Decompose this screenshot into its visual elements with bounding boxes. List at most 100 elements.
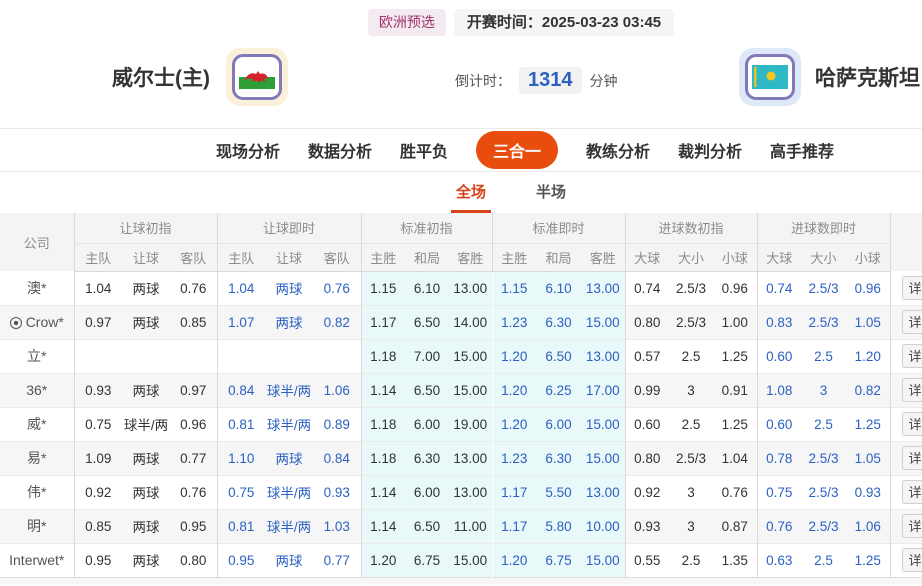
odds-cell-handicap_live <box>216 338 265 373</box>
nav-tab-referee-analysis[interactable]: 裁判分析 <box>678 138 742 162</box>
odds-cell-standard_initial: 6.00 <box>405 474 449 509</box>
home-team: 威尔士(主) <box>112 48 288 106</box>
odds-cell-handicap_initial: 两球 <box>122 542 170 577</box>
odds-cell-goals_live: 1.08 <box>756 372 802 407</box>
detail-button[interactable]: 详 <box>901 412 922 436</box>
odds-cell-handicap_initial: 0.97 <box>73 304 122 339</box>
odds-cell-goals_live: 2.5/3 <box>801 304 847 339</box>
detail-button[interactable]: 详 <box>901 514 922 538</box>
odds-cell-handicap_live <box>265 338 313 373</box>
league-badge[interactable]: 欧洲预选 <box>367 9 446 36</box>
subcol-header: 大球 <box>756 243 802 272</box>
odds-cell-standard_initial: 1.14 <box>360 474 405 509</box>
odds-cell-handicap_live: 0.89 <box>313 406 361 441</box>
odds-cell-goals_live: 1.20 <box>846 338 891 373</box>
wales-flag-icon <box>226 48 288 106</box>
kickoff-time: 开赛时间：2025-03-23 03:45 <box>453 9 675 36</box>
subcol-header: 和局 <box>405 243 449 272</box>
odds-cell-standard_initial: 15.00 <box>449 542 492 577</box>
odds-cell-goals_live: 2.5/3 <box>801 474 847 509</box>
company-name: 威* <box>27 416 47 432</box>
subcol-header: 小球 <box>846 243 891 272</box>
subcol-header: 和局 <box>536 243 581 272</box>
odds-cell-standard_live: 17.00 <box>581 372 625 407</box>
table-row: Crow* 0.97 两球 0.85 1.07 两球 0.82 1.17 6.50 14.00 1.… <box>0 304 922 339</box>
odds-cell-handicap_initial: 0.76 <box>170 474 217 509</box>
odds-cell-goals_initial: 1.35 <box>713 542 758 577</box>
odds-cell-standard_live: 13.00 <box>581 271 625 305</box>
odds-cell-standard_live: 1.23 <box>491 440 536 475</box>
odds-cell-goals_initial: 0.55 <box>624 542 669 577</box>
company-cell: 立* <box>0 338 74 373</box>
odds-cell-standard_live: 1.23 <box>491 304 536 339</box>
nav-tab-data-analysis[interactable]: 数据分析 <box>308 138 372 162</box>
odds-cell-handicap_live <box>313 338 361 373</box>
odds-cell-standard_live: 6.50 <box>536 338 581 373</box>
odds-cell-handicap_initial: 0.93 <box>73 372 122 407</box>
odds-cell-standard_live: 1.20 <box>491 338 536 373</box>
odds-cell-goals_live: 2.5/3 <box>808 280 839 296</box>
odds-cell-standard_live: 1.17 <box>491 508 536 543</box>
subtab-full-match[interactable]: 全场 <box>450 172 491 213</box>
odds-cell-goals_initial: 0.57 <box>624 338 669 373</box>
detail-button[interactable]: 详 <box>901 378 922 402</box>
nav-tab-three-in-one[interactable]: 三合一 <box>475 131 558 169</box>
odds-cell-goals_live: 0.78 <box>756 440 802 475</box>
nav-tab-expert-picks[interactable]: 高手推荐 <box>770 138 834 162</box>
nav-tab-live-analysis[interactable]: 现场分析 <box>216 138 280 162</box>
odds-cell-goals_live: 1.25 <box>846 542 891 577</box>
company-column-header: 公司 <box>0 213 74 271</box>
odds-cell-standard_initial: 1.20 <box>360 542 405 577</box>
odds-cell-goals_live: 1.05 <box>846 304 891 339</box>
odds-cell-handicap_live: 0.76 <box>323 280 350 296</box>
odds-cell-goals_live: 1.06 <box>846 508 891 543</box>
odds-cell-goals_live: 0.76 <box>756 508 802 543</box>
odds-cell-handicap_initial: 两球 <box>122 508 170 543</box>
company-cell: 威* <box>0 406 74 441</box>
odds-cell-standard_live: 6.25 <box>536 372 581 407</box>
odds-cell-standard_initial: 6.50 <box>405 372 449 407</box>
odds-cell-goals_initial: 0.87 <box>713 508 758 543</box>
odds-cell-handicap_initial: 两球 <box>122 474 170 509</box>
company-cell: 伟* <box>0 474 74 509</box>
odds-cell-goals_initial: 1.25 <box>713 338 758 373</box>
company-cell: 澳* <box>0 271 74 305</box>
odds-cell-standard_live: 6.30 <box>536 440 581 475</box>
table-row: 36* 0.93 两球 0.97 0.84 球半/两 1.06 1.14 6.50 15.00 1.… <box>0 372 922 407</box>
odds-cell-handicap_live: 0.81 <box>216 406 265 441</box>
detail-button[interactable]: 详 <box>901 548 922 572</box>
odds-cell-handicap_initial: 1.04 <box>73 271 122 305</box>
odds-cell-goals_initial: 0.80 <box>624 304 669 339</box>
detail-button[interactable]: 详 <box>901 344 922 368</box>
detail-button[interactable]: 详 <box>901 480 922 504</box>
odds-cell-standard_live: 10.00 <box>581 508 625 543</box>
odds-cell-goals_initial: 3 <box>669 372 713 407</box>
odds-cell-goals_live: 0.75 <box>756 474 802 509</box>
company-name: 立* <box>27 348 47 364</box>
odds-cell-standard_live: 15.00 <box>581 304 625 339</box>
nav-tab-win-draw-lose[interactable]: 胜平负 <box>400 138 448 162</box>
odds-cell-goals_initial: 0.93 <box>624 508 669 543</box>
subtab-half-match[interactable]: 半场 <box>531 172 571 213</box>
odds-cell-goals_initial: 0.92 <box>624 474 669 509</box>
subcol-header: 客胜 <box>449 243 492 272</box>
odds-cell-standard_live: 1.15 <box>491 271 536 305</box>
nav-tab-coach-analysis[interactable]: 教练分析 <box>586 138 650 162</box>
table-row: Interwet* 0.95 两球 0.80 0.95 两球 0.77 1.20 6.75 15.… <box>0 542 922 577</box>
odds-cell-handicap_live: 球半/两 <box>265 406 313 441</box>
odds-cell-goals_live: 1.25 <box>846 406 891 441</box>
company-name: 明* <box>27 518 47 534</box>
odds-cell-handicap_initial: 0.95 <box>73 542 122 577</box>
countdown-unit: 分钟 <box>589 72 618 89</box>
detail-button[interactable]: 详 <box>901 446 922 470</box>
company-cell: Interwet* <box>0 542 74 577</box>
detail-button[interactable]: 详 <box>901 275 922 300</box>
detail-button[interactable]: 详 <box>901 310 922 334</box>
odds-cell-handicap_live: 0.93 <box>313 474 361 509</box>
odds-cell-standard_live: 6.00 <box>536 406 581 441</box>
countdown-label: 倒计时： <box>455 72 511 89</box>
nav-tabs: 现场分析 数据分析 胜平负 三合一 教练分析 裁判分析 高手推荐 <box>0 128 922 172</box>
odds-cell-standard_live: 6.75 <box>536 542 581 577</box>
odds-cell-handicap_initial: 球半/两 <box>122 406 170 441</box>
company-cell: 明* <box>0 508 74 543</box>
